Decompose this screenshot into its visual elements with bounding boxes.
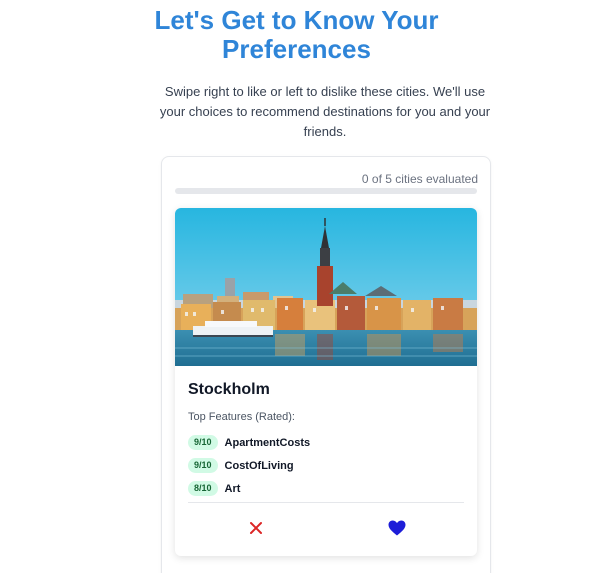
feature-item: 9/10 CostOfLiving [188,454,310,477]
page-title-line-1: Let's Get to Know Your [154,5,439,35]
divider [188,502,464,503]
progress-bar [175,188,477,194]
city-image [175,208,477,366]
feature-name: ApartmentCosts [224,436,311,449]
preferences-page: Let's Get to Know Your Preferences Swipe… [0,0,593,573]
dislike-button[interactable] [241,515,271,541]
page-title-line-2: Preferences [222,34,371,64]
heart-icon [388,520,406,536]
progress-label: 0 of 5 cities evaluated [361,172,478,186]
feature-name: CostOfLiving [224,459,294,472]
feature-score-badge: 9/10 [188,435,218,450]
swipe-panel: 0 of 5 cities evaluated Stockholm Top Fe… [161,156,491,573]
page-subtitle: Swipe right to like or left to dislike t… [159,84,491,139]
page-title: Let's Get to Know Your Preferences [0,6,593,64]
feature-item: 9/10 ApartmentCosts [188,431,310,454]
x-icon [250,522,262,534]
city-name: Stockholm [188,381,270,398]
features-label: Top Features (Rated): [188,411,295,423]
feature-score-badge: 9/10 [188,458,218,473]
feature-item: 8/10 Art [188,477,310,500]
feature-name: Art [224,482,241,495]
features-list: 9/10 ApartmentCosts 9/10 CostOfLiving 8/… [188,431,310,500]
like-button[interactable] [382,515,412,541]
feature-score-badge: 8/10 [188,481,218,496]
city-card[interactable]: Stockholm Top Features (Rated): 9/10 Apa… [175,208,477,556]
